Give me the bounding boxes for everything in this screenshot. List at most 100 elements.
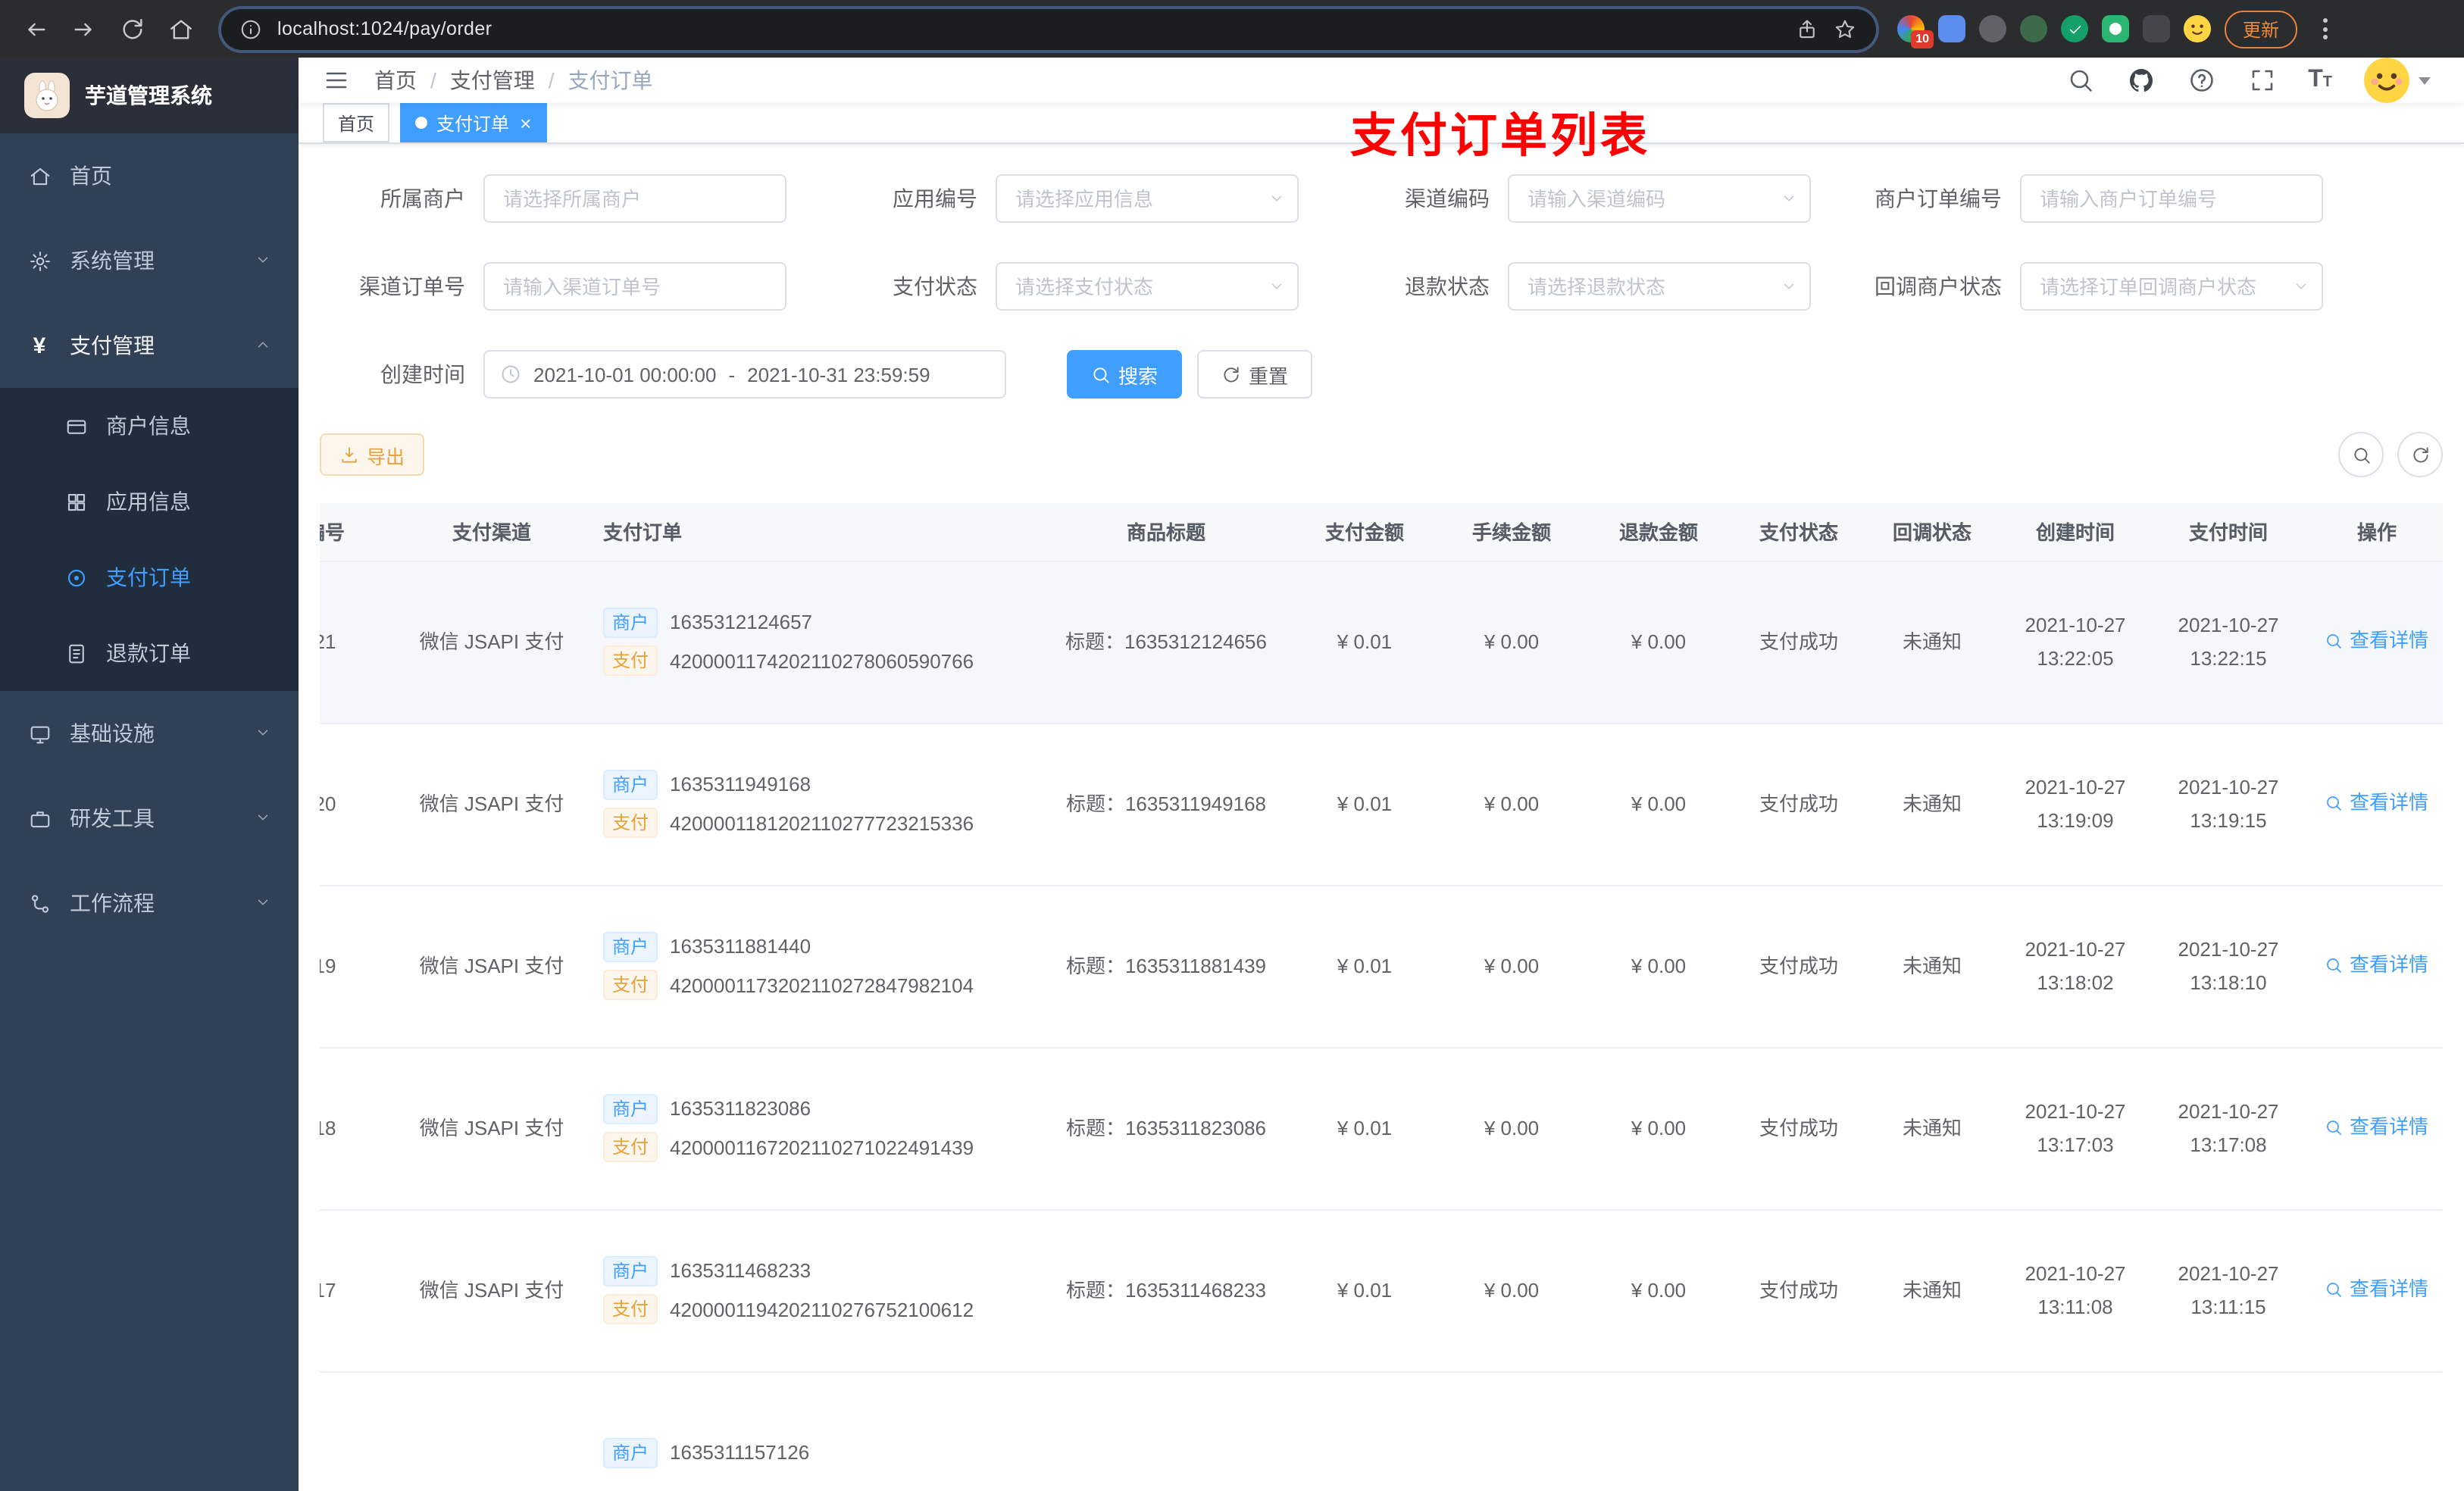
pay-tag: 支付 — [603, 1294, 658, 1325]
sidebar-item-label: 应用信息 — [106, 489, 191, 514]
sidebar-item-label: 支付订单 — [106, 565, 191, 589]
sidebar-menu: 首页 系统管理 ¥ 支付管理 商户信息 应用信息 支付订单 退款订单 基础设施 … — [0, 133, 299, 946]
filter-channel-code: 渠道编码 — [1344, 174, 1811, 223]
sidebar-item-workflow[interactable]: 工作流程 — [0, 861, 299, 946]
sidebar-item-payment[interactable]: ¥ 支付管理 — [0, 303, 299, 388]
refresh-table-button[interactable] — [2397, 432, 2443, 477]
column-header: 商品标题 — [1041, 503, 1291, 561]
merchant-tag: 商户 — [603, 931, 658, 962]
sidebar-item-home[interactable]: 首页 — [0, 133, 299, 218]
browser-chrome: localhost:1024/pay/order 10 更新 — [0, 0, 2464, 58]
refund-status-select[interactable] — [1508, 262, 1811, 311]
extension-dark-icon[interactable] — [1979, 15, 2006, 42]
tab-home[interactable]: 首页 — [323, 103, 390, 142]
column-header: 编号 — [320, 503, 397, 561]
export-button[interactable]: 导出 — [320, 433, 425, 476]
help-icon[interactable] — [2187, 66, 2215, 95]
yen-icon: ¥ — [33, 333, 46, 358]
merchant-order-no-input[interactable] — [2020, 174, 2323, 223]
sidebar-item-refund-order[interactable]: 退款订单 — [0, 615, 299, 691]
github-icon[interactable] — [2126, 66, 2155, 95]
extension-blue-icon[interactable] — [1938, 15, 1965, 42]
channel-code-select[interactable] — [1508, 174, 1811, 223]
gear-icon — [27, 248, 52, 273]
table-toolbar: 导出 — [320, 432, 2443, 477]
sidebar-item-dev-tools[interactable]: 研发工具 — [0, 776, 299, 861]
column-header: 操作 — [2305, 503, 2443, 561]
merchant-tag: 商户 — [603, 1255, 658, 1286]
search-icon[interactable] — [2065, 66, 2094, 95]
merchant-select-input[interactable] — [483, 174, 786, 223]
browser-back-icon[interactable] — [15, 9, 55, 48]
sidebar-item-system[interactable]: 系统管理 — [0, 218, 299, 303]
site-info-icon[interactable] — [239, 17, 264, 41]
app-logo[interactable]: 芋道管理系统 — [0, 58, 299, 133]
merchant-tag: 商户 — [603, 607, 658, 638]
logo-rabbit-icon — [24, 73, 70, 118]
extension-check-icon[interactable] — [2061, 15, 2088, 42]
fullscreen-icon[interactable] — [2247, 66, 2276, 95]
pay-status-select[interactable] — [996, 262, 1299, 311]
sidebar-item-label: 退款订单 — [106, 641, 191, 665]
sidebar-item-merchant-info[interactable]: 商户信息 — [0, 388, 299, 464]
channel-order-no-input[interactable] — [483, 262, 786, 311]
column-header: 创建时间 — [1999, 503, 2152, 561]
tab-pay-order[interactable]: 支付订单 × — [400, 103, 547, 142]
toggle-search-button[interactable] — [2338, 432, 2384, 477]
filter-merchant: 所属商户 — [320, 174, 786, 223]
table-row: 17 微信 JSAPI 支付 商户1635311468233 支付4200001… — [320, 1209, 2443, 1372]
column-header: 支付渠道 — [397, 503, 586, 561]
filter-row-1: 所属商户 应用编号 渠道编码 — [320, 174, 2443, 223]
view-detail-link[interactable]: 查看详情 — [2325, 949, 2428, 981]
filter-merchant-order-no: 商户订单编号 — [1856, 174, 2323, 223]
extension-colorful-icon[interactable]: 10 — [1897, 15, 1934, 48]
app-id-select[interactable] — [996, 174, 1299, 223]
breadcrumb-pay-order: 支付订单 — [568, 68, 653, 92]
bookmark-star-icon[interactable] — [1834, 17, 1858, 41]
table-row: 18 微信 JSAPI 支付 商户1635311823086 支付4200001… — [320, 1047, 2443, 1210]
chevron-down-icon — [2419, 77, 2431, 84]
view-detail-link[interactable]: 查看详情 — [2325, 1111, 2428, 1143]
share-icon[interactable] — [1796, 17, 1820, 41]
view-detail-link[interactable]: 查看详情 — [2325, 786, 2428, 819]
table-row: 21 微信 JSAPI 支付 商户1635312124657 支付4200001… — [320, 561, 2443, 724]
collapse-sidebar-icon[interactable] — [299, 67, 365, 94]
merchant-tag: 商户 — [603, 1437, 658, 1468]
merchant-tag: 商户 — [603, 769, 658, 800]
page: localhost:1024/pay/order 10 更新 芋道管理系统 首页… — [0, 0, 2464, 1491]
browser-home-icon[interactable] — [161, 9, 200, 48]
font-size-icon[interactable]: TT — [2308, 67, 2332, 92]
browser-reload-icon[interactable] — [112, 9, 152, 48]
view-detail-link[interactable]: 查看详情 — [2325, 624, 2428, 657]
sidebar-item-label: 基础设施 — [70, 721, 155, 746]
date-range-picker[interactable]: 2021-10-01 00:00:00 - 2021-10-31 23:59:5… — [483, 350, 1006, 399]
url-text[interactable]: localhost:1024/pay/order — [277, 18, 1782, 39]
breadcrumb-pay-manage[interactable]: 支付管理 — [450, 65, 535, 95]
user-avatar-menu[interactable] — [2364, 58, 2431, 103]
top-navbar: 首页 / 支付管理 / 支付订单 TT 支付订单列表 — [299, 58, 2464, 162]
browser-forward-icon[interactable] — [64, 9, 103, 48]
sidebar-item-infrastructure[interactable]: 基础设施 — [0, 691, 299, 776]
pay-tag: 支付 — [603, 970, 658, 1001]
view-detail-link[interactable]: 查看详情 — [2325, 1273, 2428, 1305]
filter-row-2: 渠道订单号 支付状态 退款状态 — [320, 262, 2443, 311]
filter-app-id: 应用编号 — [832, 174, 1299, 223]
clock-icon — [500, 364, 521, 385]
sidebar-item-app-info[interactable]: 应用信息 — [0, 464, 299, 539]
breadcrumb-home[interactable]: 首页 — [374, 65, 417, 95]
filter-pay-status: 支付状态 — [832, 262, 1299, 311]
browser-update-button[interactable]: 更新 — [2225, 10, 2298, 48]
notify-status-select[interactable] — [2020, 262, 2323, 311]
extension-face-icon[interactable] — [2184, 15, 2211, 42]
reset-button[interactable]: 重置 — [1197, 350, 1313, 399]
column-header: 回调状态 — [1865, 503, 1999, 561]
sidebar-item-pay-order[interactable]: 支付订单 — [0, 539, 299, 615]
search-button[interactable]: 搜索 — [1067, 350, 1183, 399]
extension-pin-icon[interactable] — [2143, 15, 2170, 42]
filter-create-time: 创建时间 2021-10-01 00:00:00 - 2021-10-31 23… — [320, 350, 1006, 399]
address-bar[interactable]: localhost:1024/pay/order — [221, 8, 1876, 49]
extension-green-icon[interactable] — [2020, 15, 2047, 42]
browser-menu-icon[interactable] — [2314, 18, 2335, 39]
extension-chat-icon[interactable] — [2102, 15, 2129, 42]
close-icon[interactable]: × — [520, 113, 531, 133]
